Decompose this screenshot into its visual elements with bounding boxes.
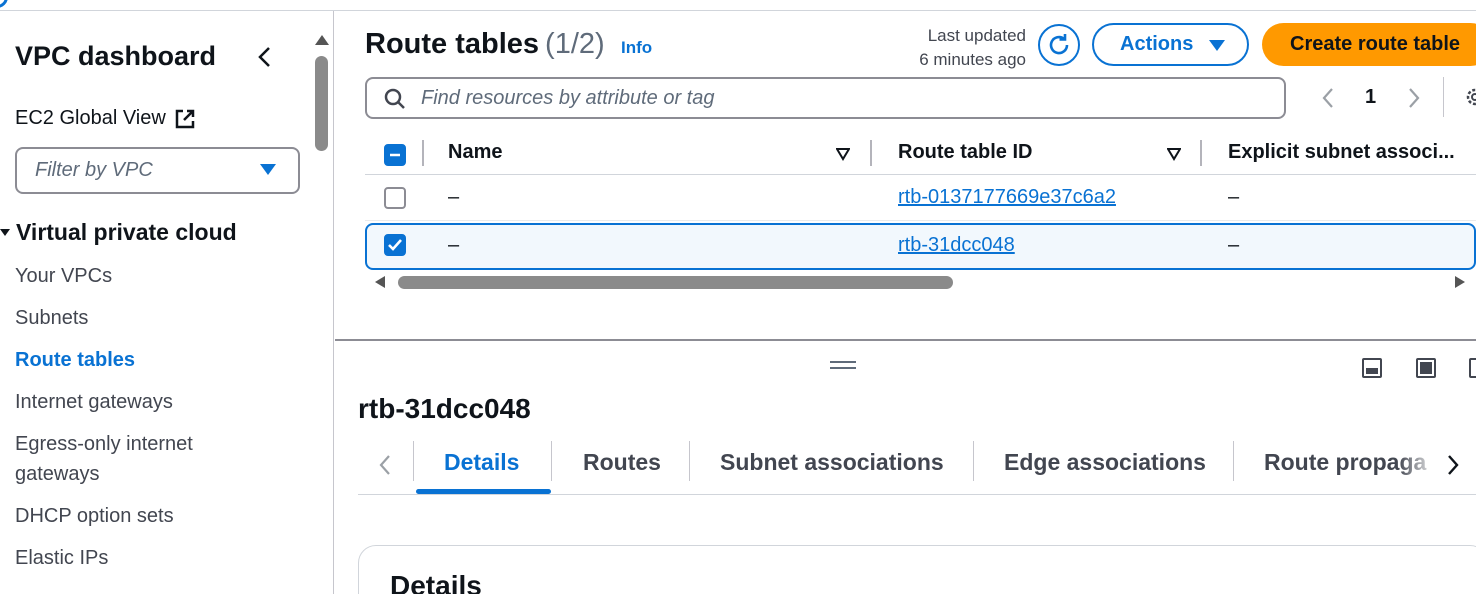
- scroll-left-icon[interactable]: [375, 276, 385, 288]
- selection-count: (1/2): [545, 28, 605, 60]
- filter-by-vpc-placeholder: Filter by VPC: [35, 159, 153, 181]
- search-input[interactable]: Find resources by attribute or tag: [365, 77, 1286, 119]
- gear-icon[interactable]: [1464, 86, 1476, 108]
- sidebar-item-your-vpcs[interactable]: Your VPCs: [15, 261, 112, 291]
- expand-caret-icon: [0, 229, 10, 236]
- cell-explicit-subnet: –: [1228, 186, 1240, 208]
- info-link[interactable]: Info: [621, 38, 652, 58]
- refresh-button[interactable]: [1038, 24, 1080, 66]
- next-page-icon[interactable]: [1407, 87, 1421, 109]
- aws-logo-fragment: [0, 0, 8, 8]
- cell-name: –: [448, 186, 460, 208]
- sidebar-item-elastic-ips[interactable]: Elastic IPs: [15, 543, 108, 573]
- column-divider[interactable]: [1200, 140, 1202, 166]
- previous-page-icon[interactable]: [1321, 87, 1335, 109]
- select-all-checkbox[interactable]: [384, 144, 406, 166]
- actions-button[interactable]: Actions: [1092, 23, 1249, 66]
- row-checkbox[interactable]: [384, 234, 406, 256]
- resize-handle-icon[interactable]: [830, 361, 856, 369]
- tab-routes[interactable]: Routes: [583, 449, 661, 476]
- tab-divider: [973, 441, 974, 481]
- tab-divider: [689, 441, 690, 481]
- tab-divider: [413, 441, 414, 481]
- section-label: Virtual private cloud: [16, 219, 237, 245]
- panel-bottom-icon[interactable]: [1362, 358, 1382, 378]
- table-horizontal-scrollbar[interactable]: [375, 274, 1465, 290]
- checkmark-icon: [388, 239, 402, 251]
- tab-overflow-fade: [1398, 437, 1438, 493]
- caret-down-icon: [260, 164, 276, 175]
- sidebar-item-egress-only-line1[interactable]: Egress-only internet: [15, 429, 193, 459]
- column-header-name[interactable]: Name: [448, 141, 502, 164]
- ec2-global-view-link[interactable]: EC2 Global View: [15, 107, 196, 130]
- scroll-right-icon[interactable]: [1455, 276, 1465, 288]
- filter-by-vpc-select[interactable]: Filter by VPC: [15, 147, 300, 194]
- caret-down-icon: [1209, 40, 1225, 51]
- route-table-id-link[interactable]: rtb-31dcc048: [898, 234, 1015, 257]
- tab-divider: [1233, 441, 1234, 481]
- sidebar-item-route-tables[interactable]: Route tables: [15, 345, 135, 375]
- scrollbar-thumb[interactable]: [315, 56, 328, 151]
- divider: [1443, 77, 1444, 117]
- sort-icon[interactable]: [836, 148, 850, 161]
- ec2-global-view-label: EC2 Global View: [15, 107, 166, 129]
- sidebar-item-internet-gateways[interactable]: Internet gateways: [15, 387, 173, 417]
- top-border: [0, 0, 1476, 11]
- page-title-text: Route tables: [365, 28, 540, 60]
- row-checkbox[interactable]: [384, 187, 406, 209]
- tab-details[interactable]: Details: [444, 449, 519, 476]
- tab-subnet-associations[interactable]: Subnet associations: [720, 449, 944, 476]
- indeterminate-icon: [390, 153, 400, 157]
- last-updated-time: 6 minutes ago: [919, 50, 1026, 69]
- scroll-up-icon[interactable]: [315, 35, 329, 45]
- detail-title: rtb-31dcc048: [358, 393, 531, 424]
- sort-icon[interactable]: [1167, 148, 1181, 161]
- search-placeholder: Find resources by attribute or tag: [421, 86, 715, 109]
- table-row-selected[interactable]: – rtb-31dcc048 –: [365, 223, 1476, 270]
- detail-tabs: Details Routes Subnet associations Edge …: [358, 437, 1476, 495]
- sidebar-item-egress-only-line2[interactable]: gateways: [15, 459, 100, 489]
- sidebar-scrollbar[interactable]: [312, 21, 332, 594]
- sidebar-item-dhcp-option-sets[interactable]: DHCP option sets: [15, 501, 174, 531]
- table-header: Name Route table ID Explicit subnet asso…: [365, 135, 1476, 175]
- sidebar-title: VPC dashboard: [15, 41, 217, 71]
- sidebar-item-subnets[interactable]: Subnets: [15, 303, 88, 333]
- collapse-sidebar-icon[interactable]: [256, 45, 274, 69]
- column-divider[interactable]: [870, 140, 872, 166]
- scrollbar-thumb[interactable]: [398, 276, 953, 289]
- column-divider: [422, 140, 424, 166]
- create-route-table-button[interactable]: Create route table: [1262, 23, 1476, 66]
- panel-close-icon[interactable]: [1469, 358, 1476, 378]
- active-tab-indicator: [416, 489, 551, 494]
- external-link-icon: [175, 109, 195, 128]
- table-row[interactable]: – rtb-0137177669e37c6a2 –: [365, 175, 1476, 221]
- main-content: Route tables (1/2) Info Last updated 6 mi…: [335, 11, 1476, 594]
- tab-divider: [551, 441, 552, 481]
- refresh-icon: [1049, 34, 1069, 55]
- tabs-previous-icon[interactable]: [378, 454, 392, 476]
- route-table-id-link[interactable]: rtb-0137177669e37c6a2: [898, 186, 1116, 209]
- search-icon: [384, 88, 405, 109]
- last-updated: Last updated 6 minutes ago: [890, 24, 1026, 72]
- tabs-next-icon[interactable]: [1446, 454, 1460, 476]
- sidebar: VPC dashboard EC2 Global View Filter by …: [0, 11, 334, 594]
- split-panel: rtb-31dcc048 Details Routes Subnet assoc…: [335, 339, 1476, 594]
- page-title: Route tables (1/2): [365, 28, 605, 61]
- actions-label: Actions: [1120, 33, 1194, 55]
- page-number[interactable]: 1: [1365, 86, 1376, 109]
- details-card-title: Details: [390, 570, 482, 594]
- details-card: Details: [358, 545, 1476, 594]
- cell-explicit-subnet: –: [1228, 234, 1240, 256]
- cell-name: –: [448, 234, 460, 256]
- tab-edge-associations[interactable]: Edge associations: [1004, 449, 1206, 476]
- column-header-route-table-id[interactable]: Route table ID: [898, 141, 1032, 164]
- column-header-explicit-subnet[interactable]: Explicit subnet associ...: [1228, 141, 1455, 164]
- last-updated-label: Last updated: [927, 26, 1026, 45]
- section-virtual-private-cloud[interactable]: Virtual private cloud: [0, 219, 237, 246]
- panel-side-icon[interactable]: [1416, 358, 1436, 378]
